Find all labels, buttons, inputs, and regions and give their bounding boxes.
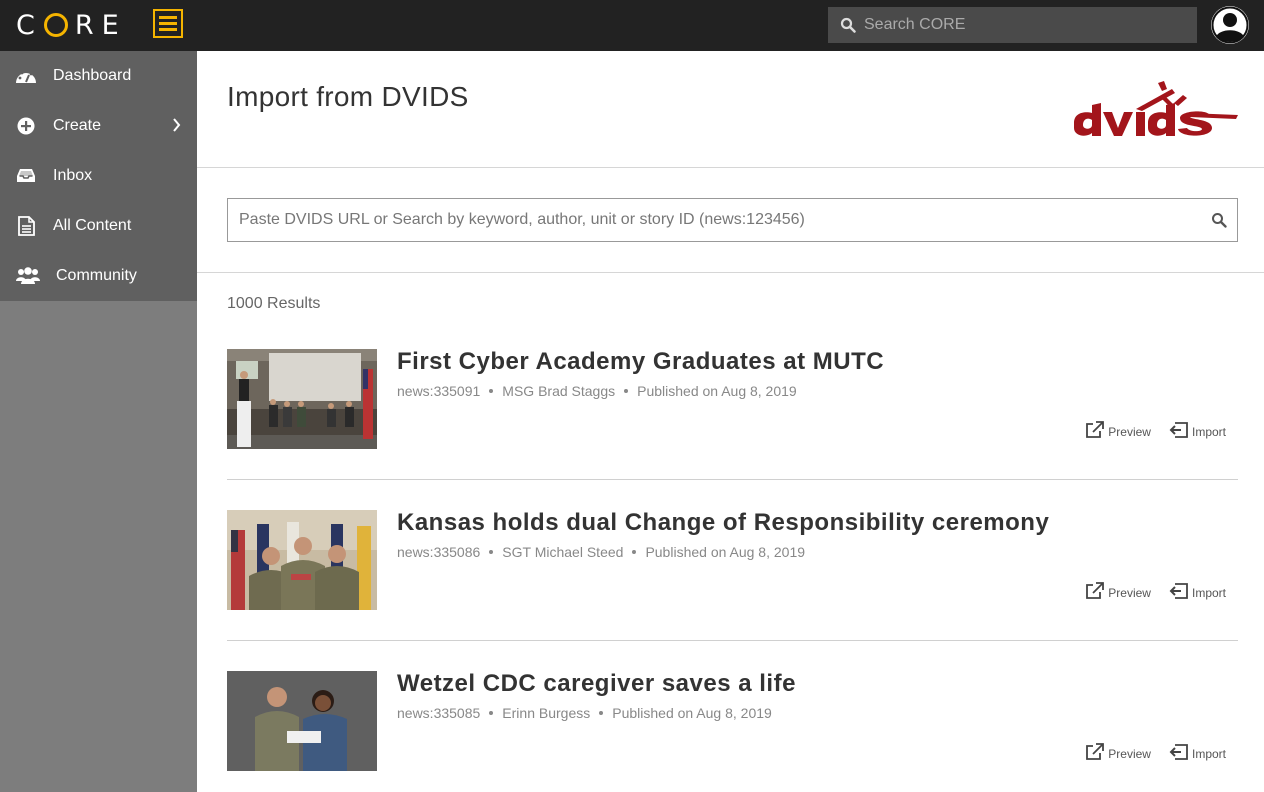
preview-button[interactable]: Preview [1085, 421, 1151, 439]
result-meta: news:335086 SGT Michael Steed Published … [397, 544, 805, 560]
search-divider [197, 272, 1264, 273]
import-button[interactable]: Import [1169, 743, 1226, 761]
result-published: Published on Aug 8, 2019 [637, 383, 797, 399]
sidebar-item-community[interactable]: Community [0, 251, 197, 301]
dvids-search [227, 198, 1238, 242]
result-actions: Preview Import [1085, 743, 1226, 761]
external-link-icon [1086, 582, 1105, 599]
meta-separator [489, 711, 494, 715]
result-item: Wetzel CDC caregiver saves a life news:3… [227, 670, 1238, 792]
users-icon [15, 266, 41, 286]
sidebar-item-dashboard[interactable]: Dashboard [0, 51, 197, 101]
header-divider [197, 167, 1264, 168]
sidebar-item-inbox[interactable]: Inbox [0, 151, 197, 201]
core-logo[interactable]: C RE [16, 8, 127, 42]
result-thumbnail[interactable] [227, 510, 377, 610]
user-icon [1211, 6, 1249, 44]
result-actions: Preview Import [1085, 582, 1226, 600]
logo-re: RE [74, 9, 127, 41]
menu-bar [159, 16, 177, 19]
preview-label: Preview [1108, 747, 1151, 761]
menu-bar [159, 28, 177, 31]
import-icon [1169, 744, 1188, 760]
import-label: Import [1191, 425, 1226, 439]
preview-button[interactable]: Preview [1085, 582, 1151, 600]
sidebar-item-label: Create [53, 117, 102, 134]
result-actions: Preview Import [1085, 421, 1226, 439]
dashboard-icon [15, 66, 37, 86]
import-button[interactable]: Import [1169, 582, 1226, 600]
meta-separator [632, 550, 637, 554]
dvids-logo [1074, 81, 1238, 136]
sidebar-item-create[interactable]: Create [0, 101, 197, 151]
import-icon [1169, 422, 1188, 438]
result-author: SGT Michael Steed [502, 544, 624, 560]
sidebar-item-all-content[interactable]: All Content [0, 201, 197, 251]
preview-label: Preview [1108, 586, 1151, 600]
external-link-icon [1086, 743, 1105, 760]
sidebar-item-label: All Content [53, 217, 132, 234]
sidebar-item-label: Dashboard [53, 67, 132, 84]
preview-button[interactable]: Preview [1085, 743, 1151, 761]
result-author: MSG Brad Staggs [502, 383, 616, 399]
sidebar: Dashboard Create Inbox All Content Commu… [0, 51, 197, 792]
result-item: First Cyber Academy Graduates at MUTC ne… [227, 348, 1238, 480]
sidebar-nav: Dashboard Create Inbox All Content Commu… [0, 51, 197, 301]
import-icon [1169, 583, 1188, 599]
global-search-input[interactable] [864, 16, 1197, 34]
result-author: Erinn Burgess [502, 705, 591, 721]
result-id: news:335086 [397, 544, 481, 560]
result-id: news:335091 [397, 383, 481, 399]
main-content: Import from DVIDS 1000 R [197, 51, 1264, 792]
search-icon[interactable] [1211, 212, 1227, 228]
top-bar: C RE [0, 0, 1264, 51]
result-title[interactable]: Wetzel CDC caregiver saves a life [397, 670, 796, 698]
external-link-icon [1086, 421, 1105, 438]
import-label: Import [1191, 586, 1226, 600]
result-meta: news:335085 Erinn Burgess Published on A… [397, 705, 772, 721]
dvids-search-input[interactable] [239, 211, 1211, 229]
result-published: Published on Aug 8, 2019 [612, 705, 772, 721]
result-meta: news:335091 MSG Brad Staggs Published on… [397, 383, 797, 399]
meta-separator [624, 389, 629, 393]
result-id: news:335085 [397, 705, 481, 721]
document-icon [15, 216, 37, 236]
user-avatar[interactable] [1211, 6, 1249, 44]
global-search [828, 7, 1197, 43]
logo-c: C [16, 9, 43, 41]
meta-separator [489, 389, 494, 393]
import-button[interactable]: Import [1169, 421, 1226, 439]
sidebar-item-label: Community [56, 267, 137, 284]
menu-toggle-button[interactable] [153, 9, 183, 38]
page-title: Import from DVIDS [227, 81, 469, 112]
logo-o-ring [43, 13, 68, 37]
plus-circle-icon [15, 116, 37, 136]
meta-separator [489, 550, 494, 554]
result-thumbnail[interactable] [227, 349, 377, 449]
result-thumbnail[interactable] [227, 671, 377, 771]
result-title[interactable]: Kansas holds dual Change of Responsibili… [397, 509, 1049, 537]
chevron-right-icon [173, 118, 181, 132]
result-item: Kansas holds dual Change of Responsibili… [227, 509, 1238, 641]
menu-bar [159, 22, 177, 25]
inbox-icon [15, 166, 37, 186]
meta-separator [599, 711, 604, 715]
result-title[interactable]: First Cyber Academy Graduates at MUTC [397, 348, 884, 376]
search-icon [840, 17, 856, 33]
preview-label: Preview [1108, 425, 1151, 439]
import-label: Import [1191, 747, 1226, 761]
sidebar-item-label: Inbox [53, 167, 93, 184]
results-count: 1000 Results [227, 295, 321, 312]
result-published: Published on Aug 8, 2019 [645, 544, 806, 560]
